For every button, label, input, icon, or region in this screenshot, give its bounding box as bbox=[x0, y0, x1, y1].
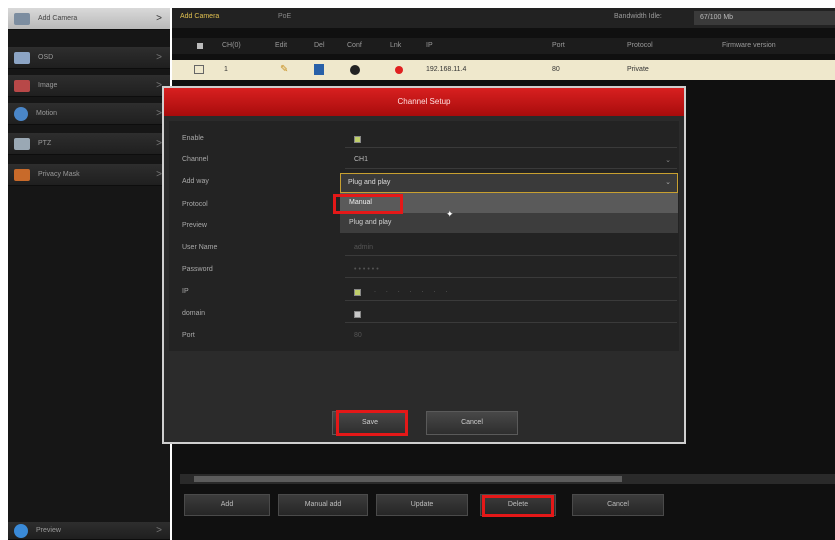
column-header: Conf bbox=[347, 42, 362, 49]
user-name-input[interactable]: admin bbox=[354, 244, 373, 251]
protocol-label: Protocol bbox=[182, 201, 208, 208]
chevron-down-icon: ⌄ bbox=[665, 179, 671, 186]
link-status-icon bbox=[395, 66, 403, 74]
channel-setup-dialog: Channel Setup Enable Channel CH1 ⌄ Add w… bbox=[162, 86, 686, 444]
ip-label: IP bbox=[182, 288, 189, 295]
tab-poe[interactable]: PoE bbox=[278, 13, 291, 20]
column-header: Firmware version bbox=[722, 42, 776, 49]
mouse-cursor-icon: ✦ bbox=[446, 209, 454, 219]
ptz-icon bbox=[14, 137, 30, 150]
sidebar-item-motion[interactable]: Motion > bbox=[8, 103, 170, 125]
add-way-selected-value: Plug and play bbox=[348, 179, 391, 186]
config-icon[interactable] bbox=[350, 65, 360, 75]
chevron-right-icon: > bbox=[156, 525, 162, 536]
horizontal-scrollbar[interactable] bbox=[180, 474, 835, 484]
dialog-body: Enable Channel CH1 ⌄ Add way Protocol Pr… bbox=[169, 121, 679, 351]
cancel-button[interactable]: Cancel bbox=[572, 494, 664, 516]
sidebar-item-label: Add Camera bbox=[38, 15, 78, 22]
table-row[interactable]: 1 ✎ 192.168.11.4 80 Private bbox=[172, 60, 835, 80]
chevron-right-icon: > bbox=[156, 52, 162, 63]
sidebar-item-osd[interactable]: OSD > bbox=[8, 47, 170, 69]
sidebar-item-label: PTZ bbox=[38, 140, 52, 147]
dialog-title: Channel Setup bbox=[164, 88, 684, 116]
preview-label: Preview bbox=[182, 222, 207, 229]
sidebar-item-label: Privacy Mask bbox=[38, 171, 80, 178]
sidebar-item-label: OSD bbox=[38, 54, 54, 61]
ip-cell: 192.168.11.4 bbox=[426, 66, 467, 73]
enable-label: Enable bbox=[182, 135, 204, 142]
scrollbar-thumb[interactable] bbox=[194, 476, 622, 482]
port-cell: 80 bbox=[552, 66, 560, 73]
table-header: CH(0) Edit Del Conf Lnk IP Port Protocol… bbox=[172, 38, 835, 54]
sidebar: Add Camera > OSD > Image > Motion > PTZ … bbox=[8, 8, 170, 540]
add-way-label: Add way bbox=[182, 178, 209, 185]
tab-add-camera[interactable]: Add Camera bbox=[180, 13, 219, 20]
row-select-icon[interactable] bbox=[194, 65, 204, 74]
column-header: IP bbox=[426, 42, 433, 49]
privacy-mask-icon bbox=[14, 168, 30, 181]
camera-icon bbox=[14, 12, 30, 25]
column-header: Lnk bbox=[390, 42, 402, 49]
divider bbox=[345, 147, 677, 148]
enable-checkbox[interactable] bbox=[354, 136, 361, 143]
option-plug-and-play[interactable]: Plug and play bbox=[340, 213, 678, 233]
sidebar-item-image[interactable]: Image > bbox=[8, 75, 170, 97]
chevron-down-icon: ⌄ bbox=[665, 157, 671, 164]
bandwidth-label: Bandwidth Idle: bbox=[614, 13, 662, 20]
add-way-select[interactable]: Plug and play ⌄ bbox=[340, 173, 678, 193]
port-input[interactable]: 80 bbox=[354, 332, 362, 339]
password-input[interactable]: •••••• bbox=[354, 266, 381, 273]
delete-highlight-box bbox=[482, 495, 554, 517]
delete-icon[interactable] bbox=[314, 64, 324, 75]
column-header[interactable]: CH(0) bbox=[222, 42, 241, 49]
ip-address-input[interactable]: . . . . . . . bbox=[374, 287, 451, 294]
sidebar-item-ptz[interactable]: PTZ > bbox=[8, 133, 170, 155]
chevron-right-icon: > bbox=[156, 13, 162, 24]
image-icon bbox=[14, 79, 30, 92]
channel-label: Channel bbox=[182, 156, 209, 163]
column-header: Protocol bbox=[627, 42, 653, 49]
divider bbox=[345, 300, 677, 301]
edit-icon[interactable]: ✎ bbox=[280, 64, 288, 75]
user-name-label: User Name bbox=[182, 244, 218, 251]
motion-icon bbox=[14, 106, 28, 121]
osd-icon bbox=[14, 51, 30, 64]
password-label: Password bbox=[182, 266, 213, 273]
sidebar-item-privacy-mask[interactable]: Privacy Mask > bbox=[8, 164, 170, 186]
preview-icon bbox=[14, 523, 28, 538]
manual-highlight-box bbox=[333, 194, 403, 214]
update-button[interactable]: Update bbox=[376, 494, 468, 516]
sidebar-item-preview[interactable]: Preview > bbox=[8, 522, 170, 540]
divider bbox=[345, 168, 677, 169]
sidebar-item-label: Motion bbox=[36, 110, 58, 117]
dialog-cancel-button[interactable]: Cancel bbox=[426, 411, 518, 435]
divider bbox=[345, 277, 677, 278]
add-button[interactable]: Add bbox=[184, 494, 270, 516]
manual-add-button[interactable]: Manual add bbox=[278, 494, 368, 516]
sidebar-item-add-camera[interactable]: Add Camera > bbox=[8, 8, 170, 30]
protocol-cell: Private bbox=[627, 66, 649, 73]
column-header: Port bbox=[552, 42, 565, 49]
sidebar-item-label: Preview bbox=[36, 527, 61, 534]
column-header: Del bbox=[314, 42, 325, 49]
save-highlight-box bbox=[336, 410, 408, 436]
divider bbox=[345, 255, 677, 256]
channel-cell: 1 bbox=[224, 66, 228, 73]
channel-select[interactable]: CH1 bbox=[354, 156, 368, 163]
divider bbox=[345, 322, 677, 323]
column-header: Edit bbox=[275, 42, 288, 49]
domain-checkbox[interactable] bbox=[354, 311, 361, 318]
ip-checkbox[interactable] bbox=[354, 289, 361, 296]
bandwidth-value: 67/100 Mb bbox=[694, 11, 835, 25]
port-label: Port bbox=[182, 332, 195, 339]
domain-label: domain bbox=[182, 310, 205, 317]
sidebar-item-label: Image bbox=[38, 82, 58, 89]
select-all-checkbox[interactable] bbox=[197, 43, 203, 49]
tab-bar: Add Camera PoE Bandwidth Idle: 67/100 Mb bbox=[172, 8, 835, 28]
